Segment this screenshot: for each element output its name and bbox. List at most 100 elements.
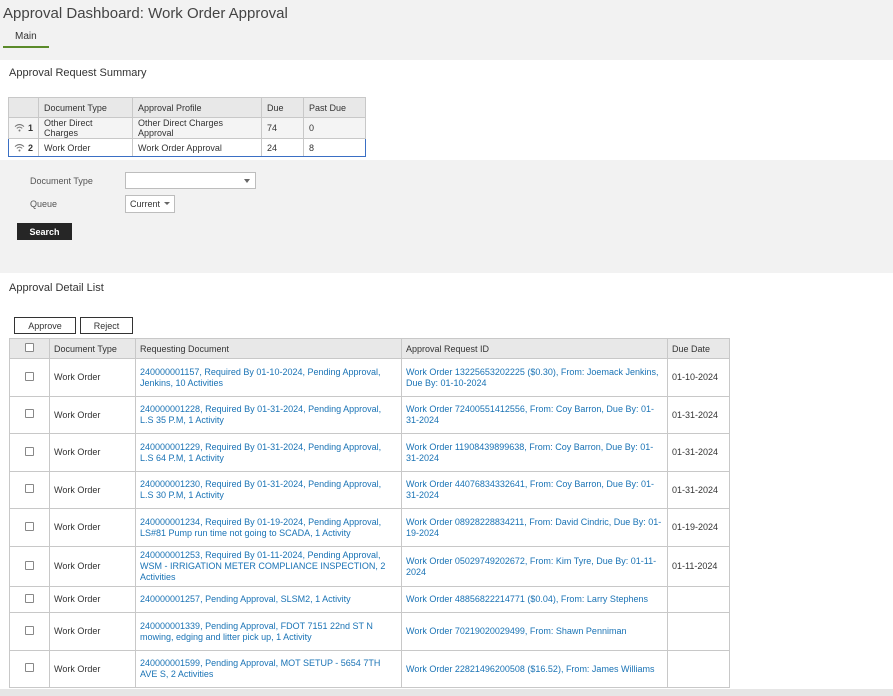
wifi-icon: [14, 143, 25, 151]
approval-request-link[interactable]: Work Order 48856822214771 ($0.04), From:…: [406, 594, 648, 604]
approval-request-link[interactable]: Work Order 22821496200508 ($16.52), From…: [406, 664, 654, 674]
select-all-cell: [9, 338, 50, 359]
row-checkbox[interactable]: [25, 484, 34, 493]
approval-request-link[interactable]: Work Order 13225653202225 ($0.30), From:…: [406, 367, 658, 388]
detail-header-due-date[interactable]: Due Date: [667, 338, 730, 359]
row-checkbox[interactable]: [25, 625, 34, 635]
requesting-document-link[interactable]: 240000001157, Required By 01-10-2024, Pe…: [140, 367, 381, 388]
approval-request-link[interactable]: Work Order 70219020029499, From: Shawn P…: [406, 626, 626, 636]
cell-due-date: 01-11-2024: [667, 546, 730, 587]
approval-request-link[interactable]: Work Order 44076834332641, From: Coy Bar…: [406, 479, 654, 500]
wifi-icon: [14, 124, 25, 132]
table-row[interactable]: Work Order 240000001228, Required By 01-3…: [9, 396, 730, 434]
select-all-checkbox[interactable]: [25, 343, 34, 352]
detail-section-title: Approval Detail List: [9, 282, 104, 294]
detail-header-doc-type[interactable]: Document Type: [49, 338, 136, 359]
summary-row[interactable]: 1 Other Direct Charges Other Direct Char…: [7, 117, 367, 139]
requesting-document-link[interactable]: 240000001230, Required By 01-31-2024, Pe…: [140, 479, 381, 500]
requesting-document-link[interactable]: 240000001229, Required By 01-31-2024, Pe…: [140, 442, 381, 463]
summary-cell-past-due: 8: [303, 138, 367, 157]
table-row[interactable]: Work Order 240000001599, Pending Approval…: [9, 650, 730, 688]
table-row[interactable]: Work Order 240000001234, Required By 01-1…: [9, 508, 730, 547]
summary-header-doc-type[interactable]: Document Type: [38, 97, 134, 118]
summary-cell-profile: Work Order Approval: [132, 138, 263, 157]
cell-due-date: 01-31-2024: [667, 471, 730, 509]
requesting-document-link[interactable]: 240000001253, Required By 01-11-2024, Pe…: [140, 550, 385, 582]
cell-requesting-doc: 240000001253, Required By 01-11-2024, Pe…: [135, 546, 402, 587]
requesting-document-link[interactable]: 240000001599, Pending Approval, MOT SETU…: [140, 658, 380, 679]
requesting-document-link[interactable]: 240000001228, Required By 01-31-2024, Pe…: [140, 404, 381, 425]
row-checkbox[interactable]: [25, 521, 34, 531]
summary-header-past-due[interactable]: Past Due: [303, 97, 367, 118]
summary-row-selected[interactable]: 2 Work Order Work Order Approval 24 8: [7, 138, 367, 157]
table-row[interactable]: Work Order 240000001339, Pending Approval…: [9, 612, 730, 651]
cell-due-date: 01-10-2024: [667, 358, 730, 397]
cell-request-id: Work Order 70219020029499, From: Shawn P…: [401, 612, 668, 651]
chevron-down-icon: [244, 179, 250, 183]
cell-requesting-doc: 240000001157, Required By 01-10-2024, Pe…: [135, 358, 402, 397]
requesting-document-link[interactable]: 240000001257, Pending Approval, SLSM2, 1…: [140, 594, 351, 604]
cell-requesting-doc: 240000001339, Pending Approval, FDOT 715…: [135, 612, 402, 651]
row-checkbox-cell: [9, 396, 50, 434]
cell-due-date: 01-19-2024: [667, 508, 730, 547]
summary-cell-due: 74: [261, 117, 305, 139]
summary-cell-doc-type: Work Order: [38, 138, 134, 157]
row-checkbox[interactable]: [25, 593, 34, 603]
cell-doc-type: Work Order: [49, 612, 136, 651]
cell-requesting-doc: 240000001230, Required By 01-31-2024, Pe…: [135, 471, 402, 509]
table-row[interactable]: Work Order 240000001257, Pending Approval…: [9, 586, 730, 613]
cell-due-date: 01-31-2024: [667, 433, 730, 472]
detail-header-request-id[interactable]: Approval Request ID: [401, 338, 668, 359]
table-row[interactable]: Work Order 240000001229, Required By 01-3…: [9, 433, 730, 472]
approval-request-link[interactable]: Work Order 72400551412556, From: Coy Bar…: [406, 404, 654, 425]
cell-request-id: Work Order 08928228834211, From: David C…: [401, 508, 668, 547]
approve-button[interactable]: Approve: [14, 317, 76, 334]
cell-request-id: Work Order 11908439899638, From: Coy Bar…: [401, 433, 668, 472]
detail-header-requesting-doc[interactable]: Requesting Document: [135, 338, 402, 359]
cell-request-id: Work Order 48856822214771 ($0.04), From:…: [401, 586, 668, 613]
row-checkbox[interactable]: [25, 409, 34, 418]
horizontal-scrollbar[interactable]: [0, 689, 893, 696]
approval-request-link[interactable]: Work Order 05029749202672, From: Kim Tyr…: [406, 556, 656, 577]
row-checkbox-cell: [9, 586, 50, 613]
row-header: 2: [7, 138, 40, 157]
summary-cell-doc-type: Other Direct Charges: [38, 117, 134, 139]
cell-request-id: Work Order 05029749202672, From: Kim Tyr…: [401, 546, 668, 587]
approval-request-link[interactable]: Work Order 08928228834211, From: David C…: [406, 517, 661, 538]
requesting-document-link[interactable]: 240000001234, Required By 01-19-2024, Pe…: [140, 517, 381, 538]
row-number: 2: [28, 142, 34, 153]
cell-doc-type: Work Order: [49, 471, 136, 509]
row-checkbox[interactable]: [25, 663, 34, 672]
cell-doc-type: Work Order: [49, 433, 136, 472]
detail-panel: Approval Detail List Approve Reject Docu…: [0, 273, 893, 696]
document-type-select[interactable]: [125, 172, 256, 189]
row-checkbox[interactable]: [25, 560, 34, 570]
cell-requesting-doc: 240000001599, Pending Approval, MOT SETU…: [135, 650, 402, 688]
cell-request-id: Work Order 44076834332641, From: Coy Bar…: [401, 471, 668, 509]
document-type-label: Document Type: [30, 176, 93, 186]
row-checkbox[interactable]: [25, 371, 34, 381]
chevron-down-icon: [164, 202, 171, 205]
table-row[interactable]: Work Order 240000001157, Required By 01-1…: [9, 358, 730, 397]
cell-doc-type: Work Order: [49, 396, 136, 434]
tab-main[interactable]: Main: [3, 31, 49, 48]
table-row[interactable]: Work Order 240000001230, Required By 01-3…: [9, 471, 730, 509]
summary-table: Document Type Approval Profile Due Past …: [7, 97, 367, 157]
reject-button[interactable]: Reject: [80, 317, 133, 334]
summary-header-due[interactable]: Due: [261, 97, 305, 118]
row-checkbox-cell: [9, 433, 50, 472]
cell-due-date: [667, 650, 730, 688]
summary-header-profile[interactable]: Approval Profile: [132, 97, 263, 118]
cell-requesting-doc: 240000001234, Required By 01-19-2024, Pe…: [135, 508, 402, 547]
row-checkbox[interactable]: [25, 446, 34, 456]
table-row[interactable]: Work Order 240000001253, Required By 01-1…: [9, 546, 730, 587]
row-checkbox-cell: [9, 508, 50, 547]
page-title: Approval Dashboard: Work Order Approval: [3, 5, 288, 22]
row-checkbox-cell: [9, 471, 50, 509]
queue-select[interactable]: Current: [125, 195, 176, 213]
approval-request-link[interactable]: Work Order 11908439899638, From: Coy Bar…: [406, 442, 653, 463]
requesting-document-link[interactable]: 240000001339, Pending Approval, FDOT 715…: [140, 621, 373, 642]
row-header: 1: [7, 117, 40, 139]
search-button[interactable]: Search: [17, 223, 72, 240]
row-checkbox-cell: [9, 612, 50, 651]
